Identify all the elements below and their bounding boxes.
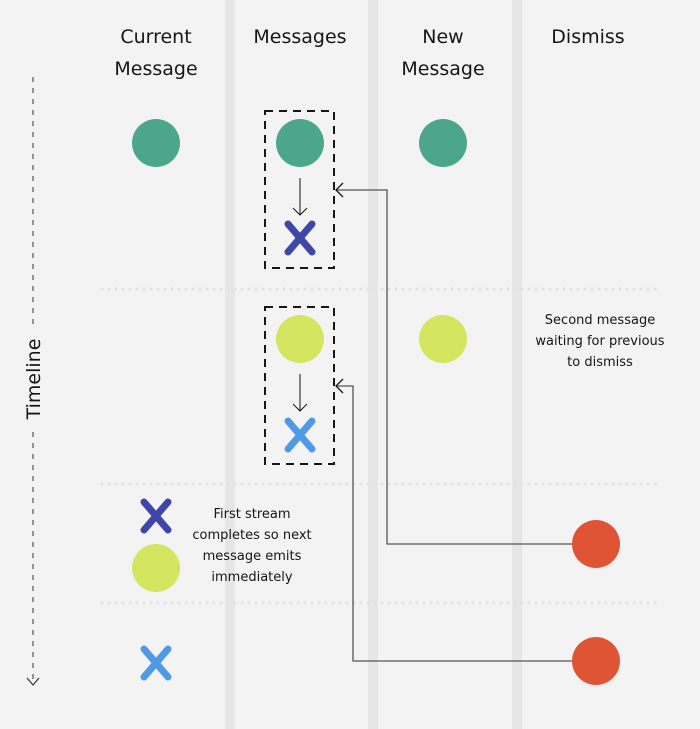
note-second-line2: waiting for previous: [535, 334, 664, 349]
message-marble: [132, 119, 180, 167]
lane-divider: [512, 0, 522, 729]
header-dismiss: Dismiss: [551, 26, 624, 48]
note-second-line3: to dismiss: [567, 355, 633, 370]
lane-divider: [225, 0, 235, 729]
dismiss-marble: [572, 637, 620, 685]
message-marble: [276, 315, 324, 363]
note-first-line4: immediately: [211, 570, 292, 585]
message-marble: [419, 119, 467, 167]
header-messages: Messages: [253, 26, 346, 48]
timeline-label: Timeline: [23, 339, 45, 421]
message-marble: [276, 119, 324, 167]
lane-divider: [368, 0, 378, 729]
note-second-line1: Second message: [545, 313, 655, 328]
message-marble: [132, 544, 180, 592]
dismiss-marble: [572, 520, 620, 568]
note-first-line1: First stream: [213, 507, 290, 522]
header-new-line1: New: [422, 26, 463, 48]
header-current-line2: Message: [114, 58, 197, 80]
header-new-line2: Message: [401, 58, 484, 80]
note-first-line2: completes so next: [192, 528, 311, 543]
marble-diagram: Current Message Messages New Message Dis…: [0, 0, 700, 729]
note-first-line3: message emits: [203, 549, 302, 564]
header-current-line1: Current: [120, 26, 191, 48]
message-marble: [419, 315, 467, 363]
